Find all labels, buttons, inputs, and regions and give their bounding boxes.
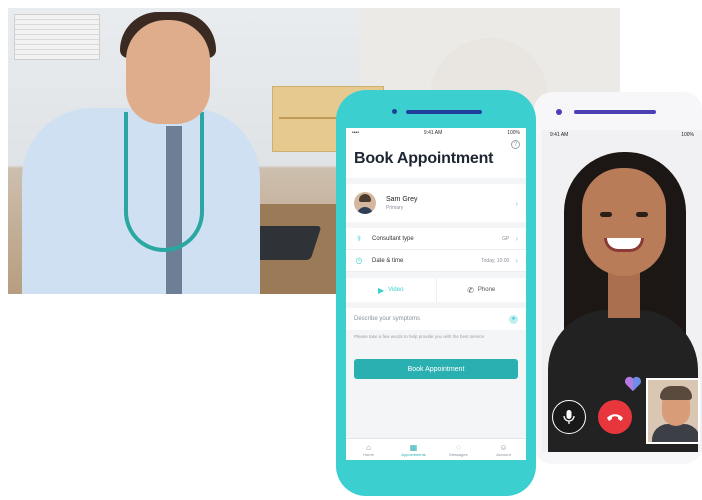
screen-header: ? Book Appointment bbox=[346, 138, 526, 178]
mode-label: Phone bbox=[477, 287, 496, 293]
mode-label: Video bbox=[388, 287, 404, 293]
options-card: ⚕ Consultant type GP › ◷ Date & time Tod… bbox=[346, 228, 526, 272]
camera-dot bbox=[556, 109, 562, 115]
end-call-button[interactable] bbox=[598, 400, 632, 434]
caller-face bbox=[582, 168, 666, 276]
tab-label: Home bbox=[363, 451, 374, 457]
video-call-screen: 9:41 AM 100% bbox=[542, 130, 702, 452]
status-bar: •••• 9:41 AM 100% bbox=[346, 128, 526, 138]
tab-bar: ⌂ Home ▦ Appointments ◌ Messages ☺ Accou… bbox=[346, 438, 526, 460]
caller-eye bbox=[600, 212, 612, 217]
doctor-role: Primary bbox=[386, 204, 404, 211]
consultation-mode-selector: ▶ Video ✆ Phone bbox=[346, 278, 526, 302]
camera-dot bbox=[392, 109, 397, 114]
home-icon: ⌂ bbox=[366, 442, 371, 452]
tab-label: Messages bbox=[449, 451, 468, 457]
booking-phone: •••• 9:41 AM 100% ? Book Appointment Sam… bbox=[336, 90, 536, 496]
page-title: Book Appointment bbox=[354, 150, 494, 167]
doctor-head bbox=[126, 20, 210, 124]
booking-screen: •••• 9:41 AM 100% ? Book Appointment Sam… bbox=[346, 128, 526, 460]
calendar-icon: ▦ bbox=[409, 442, 418, 452]
symptom-input[interactable]: Describe your symptoms ● bbox=[346, 308, 526, 330]
self-body bbox=[652, 424, 698, 442]
tab-home[interactable]: ⌂ Home bbox=[346, 439, 391, 460]
status-battery: 100% bbox=[681, 132, 694, 138]
option-label: Consultant type bbox=[372, 235, 414, 242]
speaker-bar bbox=[406, 110, 482, 114]
chevron-right-icon: › bbox=[515, 256, 518, 265]
book-appointment-button[interactable]: Book Appointment bbox=[354, 359, 518, 379]
tab-messages[interactable]: ◌ Messages bbox=[436, 439, 481, 460]
status-battery: 100% bbox=[507, 130, 520, 136]
avatar bbox=[354, 192, 376, 214]
status-time: 9:41 AM bbox=[423, 130, 443, 136]
status-time: 9:41 AM bbox=[550, 132, 569, 138]
help-icon[interactable]: ? bbox=[511, 140, 520, 149]
video-icon: ▶ bbox=[378, 285, 385, 295]
tab-appointments[interactable]: ▦ Appointments bbox=[391, 439, 436, 460]
stethoscope bbox=[124, 112, 204, 252]
hang-up-icon bbox=[607, 414, 623, 421]
microphone-icon[interactable]: ● bbox=[509, 314, 518, 324]
stethoscope-icon: ⚕ bbox=[356, 233, 362, 243]
self-view[interactable] bbox=[646, 378, 700, 444]
microphone-icon bbox=[563, 410, 575, 424]
phone-icon: ✆ bbox=[467, 285, 474, 295]
heart-icon bbox=[625, 376, 641, 392]
date-time-row[interactable]: ◷ Date & time Today, 10:00 › bbox=[346, 250, 526, 272]
profile-icon: ☺ bbox=[499, 442, 508, 452]
symptom-placeholder: Describe your symptoms bbox=[354, 316, 421, 322]
clock-icon: ◷ bbox=[355, 255, 363, 265]
doctor-card[interactable]: Sam Grey Primary › bbox=[346, 184, 526, 222]
caller-neck bbox=[608, 270, 640, 318]
chevron-right-icon: › bbox=[515, 198, 518, 208]
tab-label: Account bbox=[496, 451, 511, 457]
self-hair bbox=[660, 386, 692, 400]
video-call-phone: 9:41 AM 100% bbox=[534, 92, 702, 464]
tab-label: Appointments bbox=[401, 451, 426, 457]
symptom-hint: Please take a few words to help provide … bbox=[354, 334, 485, 339]
option-label: Date & time bbox=[372, 257, 404, 264]
doctor-info: Sam Grey Primary bbox=[386, 196, 418, 211]
mute-button[interactable] bbox=[552, 400, 586, 434]
status-bar: 9:41 AM 100% bbox=[542, 132, 702, 142]
speaker-bar bbox=[574, 110, 656, 114]
mode-phone-button[interactable]: ✆ Phone bbox=[437, 278, 527, 302]
window-blinds bbox=[14, 14, 100, 60]
mode-video-button[interactable]: ▶ Video bbox=[346, 278, 437, 302]
chat-icon: ◌ bbox=[456, 442, 461, 452]
consultant-type-row[interactable]: ⚕ Consultant type GP › bbox=[346, 228, 526, 250]
doctor-row[interactable]: Sam Grey Primary › bbox=[346, 184, 526, 222]
chevron-right-icon: › bbox=[515, 234, 518, 243]
status-carrier: •••• bbox=[352, 130, 360, 136]
caller-eye bbox=[636, 212, 648, 217]
option-value: GP bbox=[502, 235, 510, 242]
tab-account[interactable]: ☺ Account bbox=[481, 439, 526, 460]
doctor-name: Sam Grey bbox=[386, 195, 418, 203]
option-value: Today, 10:00 bbox=[481, 257, 510, 264]
